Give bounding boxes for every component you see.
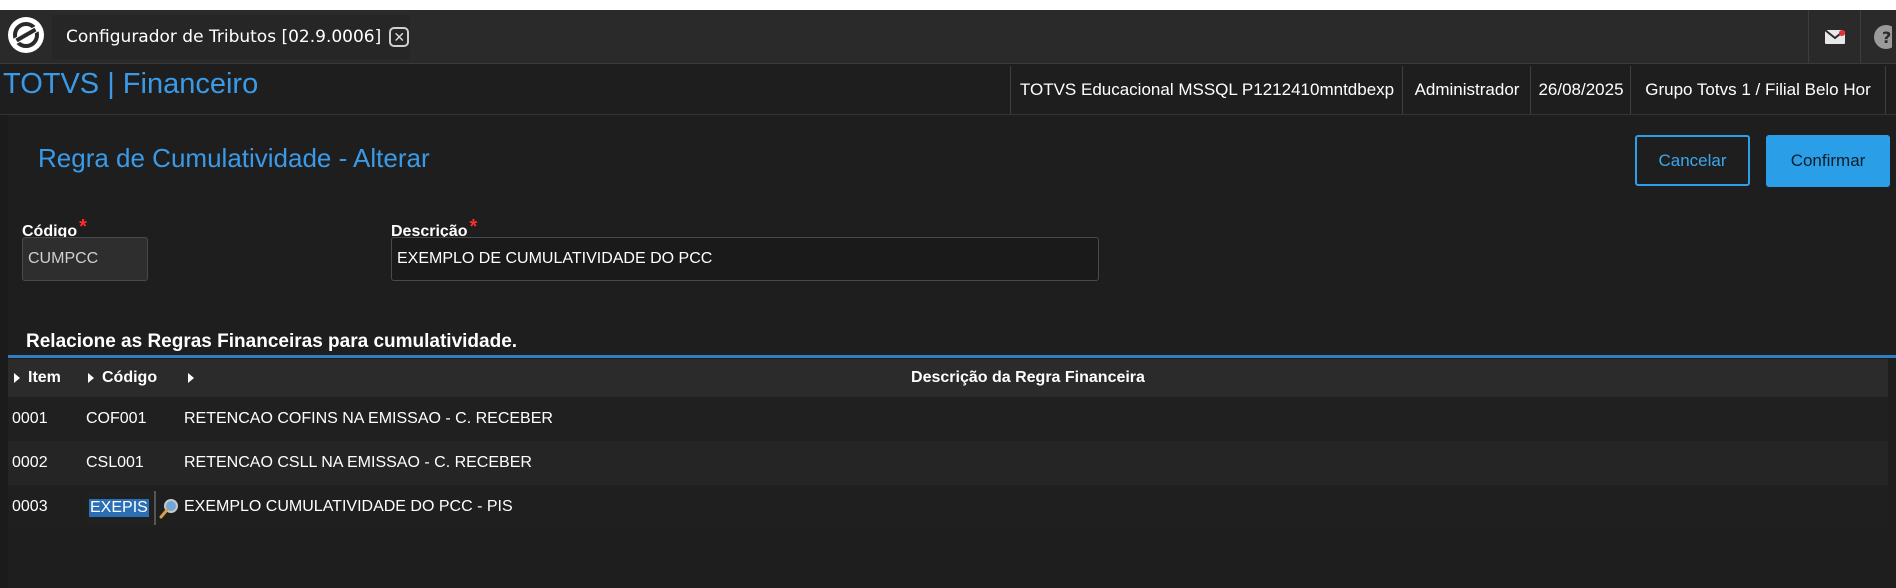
app-title: TOTVS | Financeiro [3, 68, 259, 100]
section-divider [8, 355, 1896, 358]
required-mark: * [79, 216, 87, 238]
totvs-logo-icon[interactable] [6, 15, 46, 55]
table-row[interactable]: 0002 CSL001 RETENCAO CSLL NA EMISSAO - C… [8, 441, 1888, 485]
sort-arrow-icon [88, 373, 94, 383]
tab-configurador-de-tributos[interactable]: Configurador de Tributos [02.9.0006] ✕ [52, 15, 410, 59]
cell-descricao: RETENCAO COFINS NA EMISSAO - C. RECEBER [184, 410, 553, 427]
user-info[interactable]: Administrador [1402, 66, 1531, 114]
confirm-button[interactable]: Confirmar [1766, 135, 1890, 187]
search-icon[interactable] [158, 498, 180, 520]
window-top-strip [0, 0, 1896, 10]
grid-header: Item Código Descrição da Regra Financeir… [8, 359, 1888, 397]
column-header-sort[interactable] [188, 359, 202, 397]
cell-descricao: RETENCAO CSLL NA EMISSAO - C. RECEBER [184, 454, 532, 471]
date-info[interactable]: 26/08/2025 [1530, 66, 1631, 114]
cell-item: 0001 [12, 410, 48, 427]
main-content: Regra de Cumulatividade - Alterar Cancel… [8, 115, 1896, 588]
branch-info[interactable]: Grupo Totvs 1 / Filial Belo Hor [1630, 66, 1886, 114]
svg-text:?: ? [1882, 28, 1891, 47]
sort-arrow-icon [188, 373, 194, 383]
cell-item: 0002 [12, 454, 48, 471]
environment-info[interactable]: TOTVS Educacional MSSQL P1212410mntdbexp [1010, 66, 1403, 114]
table-row[interactable]: 0001 COF001 RETENCAO COFINS NA EMISSAO -… [8, 397, 1888, 441]
codigo-field[interactable]: CUMPCC [22, 237, 148, 281]
table-row[interactable]: 0003 EXEPIS EXEMPLO CUMULATIVIDADE DO PC… [8, 485, 1888, 529]
tab-bar: Configurador de Tributos [02.9.0006] ✕ ? [0, 10, 1896, 64]
cell-codigo: CSL001 [86, 454, 144, 471]
section-title: Relacione as Regras Financeiras para cum… [26, 331, 518, 352]
page-title: Regra de Cumulatividade - Alterar [38, 143, 430, 173]
sort-arrow-icon [14, 373, 20, 383]
cell-descricao: EXEMPLO CUMULATIVIDADE DO PCC - PIS [184, 498, 513, 515]
mail-icon[interactable] [1808, 10, 1861, 63]
help-icon[interactable]: ? [1860, 10, 1896, 63]
close-icon[interactable]: ✕ [389, 27, 410, 47]
app-header: TOTVS | Financeiro TOTVS Educacional MSS… [0, 64, 1896, 115]
cell-codigo: COF001 [86, 410, 147, 427]
column-header-codigo[interactable]: Código [88, 359, 157, 397]
required-mark: * [469, 216, 478, 238]
cancel-button[interactable]: Cancelar [1635, 135, 1750, 186]
tab-title: Configurador de Tributos [02.9.0006] [66, 27, 382, 47]
selected-text: EXEPIS [89, 499, 149, 517]
column-header-item[interactable]: Item [14, 359, 61, 397]
codigo-edit-input[interactable]: EXEPIS [86, 491, 156, 525]
descricao-field[interactable]: EXEMPLO DE CUMULATIVIDADE DO PCC [391, 237, 1099, 281]
column-header-descricao[interactable]: Descrição da Regra Financeira [208, 359, 1848, 397]
cell-item: 0003 [12, 498, 48, 515]
